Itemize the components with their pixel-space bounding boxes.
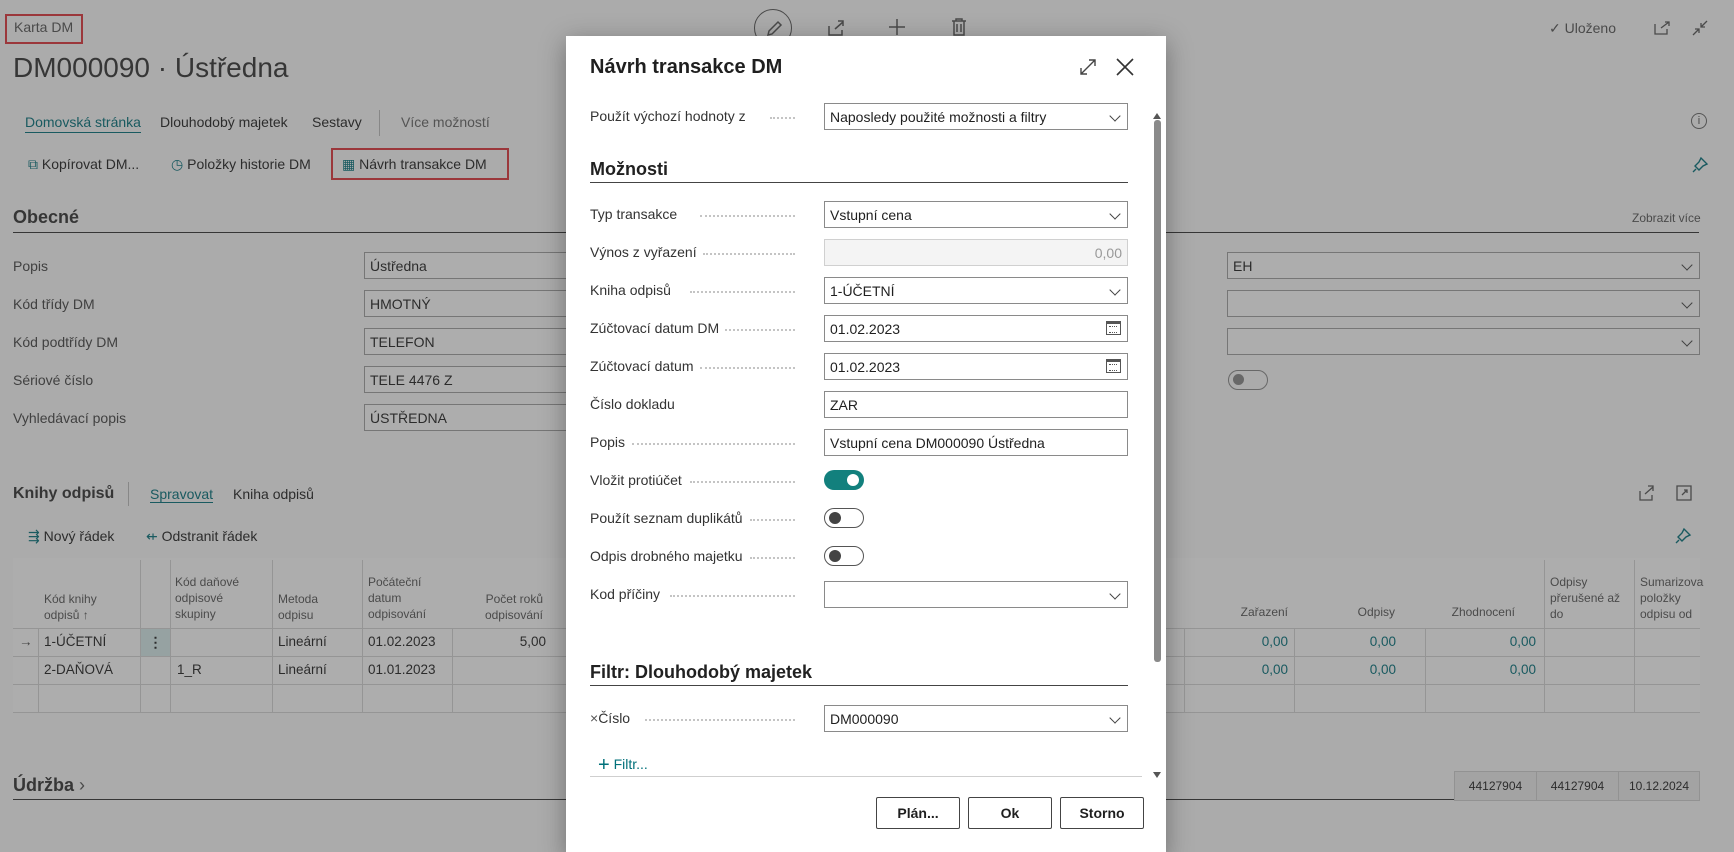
drobny-toggle[interactable] bbox=[824, 546, 864, 566]
label-dots bbox=[700, 215, 795, 217]
field-row-datum: Zúčtovací datum 01.02.2023 bbox=[590, 353, 1128, 380]
field-row-pricina: Kod příčiny bbox=[590, 581, 1128, 608]
toggle-knob bbox=[847, 474, 859, 486]
plus-icon: + bbox=[598, 754, 610, 776]
label-typ-transakce: Typ transakce bbox=[590, 206, 678, 222]
field-row-datum-dm: Zúčtovací datum DM 01.02.2023 bbox=[590, 315, 1128, 342]
field-row-protiucet: Vložit protiúčet bbox=[590, 467, 1128, 494]
cancel-button[interactable]: Storno bbox=[1060, 797, 1144, 829]
close-button[interactable] bbox=[1114, 56, 1136, 81]
field-row-doklad: Číslo dokladu ZAR bbox=[590, 391, 1128, 418]
toggle-knob bbox=[829, 549, 841, 562]
calendar-icon[interactable] bbox=[1106, 321, 1121, 335]
options-divider bbox=[590, 182, 1128, 183]
field-row-kniha: Kniha odpisů 1-ÚČETNÍ bbox=[590, 277, 1128, 304]
label-dots bbox=[670, 595, 795, 597]
footer-divider bbox=[590, 776, 1142, 777]
scrollbar-thumb[interactable] bbox=[1154, 120, 1161, 662]
defaults-label: Použít výchozí hodnoty z bbox=[590, 108, 746, 124]
label-dots bbox=[690, 481, 795, 483]
plan-button[interactable]: Plán... bbox=[876, 797, 960, 829]
filter-field-label: ×Číslo bbox=[590, 710, 631, 726]
doklad-input[interactable]: ZAR bbox=[824, 391, 1128, 418]
label-drobny: Odpis drobného majetku bbox=[590, 548, 743, 564]
label-dots bbox=[770, 117, 795, 119]
label-dots bbox=[700, 367, 795, 369]
label-duplikaty: Použít seznam duplikátů bbox=[590, 510, 743, 526]
toggle-knob bbox=[829, 511, 841, 524]
vynos-input: 0,00 bbox=[824, 239, 1128, 266]
add-filter-link[interactable]: + Filtr... bbox=[598, 754, 648, 777]
close-icon bbox=[1116, 58, 1134, 76]
asset-journal-dialog: Návrh transakce DM Použít výchozí hodnot… bbox=[566, 36, 1166, 852]
scroll-up-button[interactable] bbox=[1153, 107, 1161, 119]
label-dots bbox=[750, 557, 795, 559]
label-protiucet: Vložit protiúčet bbox=[590, 472, 682, 488]
calendar-icon[interactable] bbox=[1106, 359, 1121, 373]
field-row-popis: Popis Vstupní cena DM000090 Ústředna bbox=[590, 429, 1128, 456]
label-dots bbox=[725, 329, 795, 331]
triangle-down-icon bbox=[1153, 772, 1161, 778]
maximize-button[interactable] bbox=[1078, 57, 1098, 80]
popis-input[interactable]: Vstupní cena DM000090 Ústředna bbox=[824, 429, 1128, 456]
chevron-down-icon bbox=[1109, 284, 1121, 296]
field-row-duplikaty: Použít seznam duplikátů bbox=[590, 505, 1128, 532]
label-dots bbox=[632, 443, 795, 445]
defaults-row: Použít výchozí hodnoty z Naposledy použi… bbox=[590, 103, 1128, 130]
label-dots bbox=[703, 253, 795, 255]
dialog-title: Návrh transakce DM bbox=[590, 56, 783, 78]
duplikaty-toggle[interactable] bbox=[824, 508, 864, 528]
label-dots bbox=[750, 519, 795, 521]
label-pricina: Kod příčiny bbox=[590, 586, 661, 602]
pricina-select[interactable] bbox=[824, 581, 1128, 608]
datum-dm-input[interactable]: 01.02.2023 bbox=[824, 315, 1128, 342]
chevron-down-icon bbox=[1109, 588, 1121, 600]
datum-input[interactable]: 01.02.2023 bbox=[824, 353, 1128, 380]
label-datum: Zúčtovací datum bbox=[590, 358, 694, 374]
filter-number-select[interactable]: DM000090 bbox=[824, 705, 1128, 732]
remove-filter-icon[interactable]: × bbox=[590, 710, 598, 726]
label-datum-dm: Zúčtovací datum DM bbox=[590, 320, 720, 336]
label-kniha: Kniha odpisů bbox=[590, 282, 671, 298]
chevron-down-icon bbox=[1109, 208, 1121, 220]
chevron-down-icon bbox=[1109, 712, 1121, 724]
label-dots bbox=[645, 719, 795, 721]
filter-divider bbox=[590, 685, 1128, 686]
defaults-select[interactable]: Naposledy použité možnosti a filtry bbox=[824, 103, 1128, 130]
label-vynos: Výnos z vyřazení bbox=[590, 244, 697, 260]
typ-transakce-select[interactable]: Vstupní cena bbox=[824, 201, 1128, 228]
label-popis: Popis bbox=[590, 434, 626, 450]
scroll-down-button[interactable] bbox=[1153, 766, 1161, 778]
expand-arrows-icon bbox=[1080, 59, 1096, 75]
field-row-vynos: Výnos z vyřazení 0,00 bbox=[590, 239, 1128, 266]
ok-button[interactable]: Ok bbox=[968, 797, 1052, 829]
field-row-drobny: Odpis drobného majetku bbox=[590, 543, 1128, 570]
field-row-filter: ×Číslo DM000090 bbox=[590, 705, 1128, 732]
protiucet-toggle[interactable] bbox=[824, 470, 864, 490]
label-dots bbox=[690, 291, 795, 293]
options-section-title: Možnosti bbox=[590, 159, 668, 179]
field-row-typ: Typ transakce Vstupní cena bbox=[590, 201, 1128, 228]
chevron-down-icon bbox=[1109, 110, 1121, 122]
kniha-select[interactable]: 1-ÚČETNÍ bbox=[824, 277, 1128, 304]
label-doklad: Číslo dokladu bbox=[590, 396, 675, 412]
filter-section-title: Filtr: Dlouhodobý majetek bbox=[590, 662, 813, 682]
triangle-up-icon bbox=[1153, 113, 1161, 119]
